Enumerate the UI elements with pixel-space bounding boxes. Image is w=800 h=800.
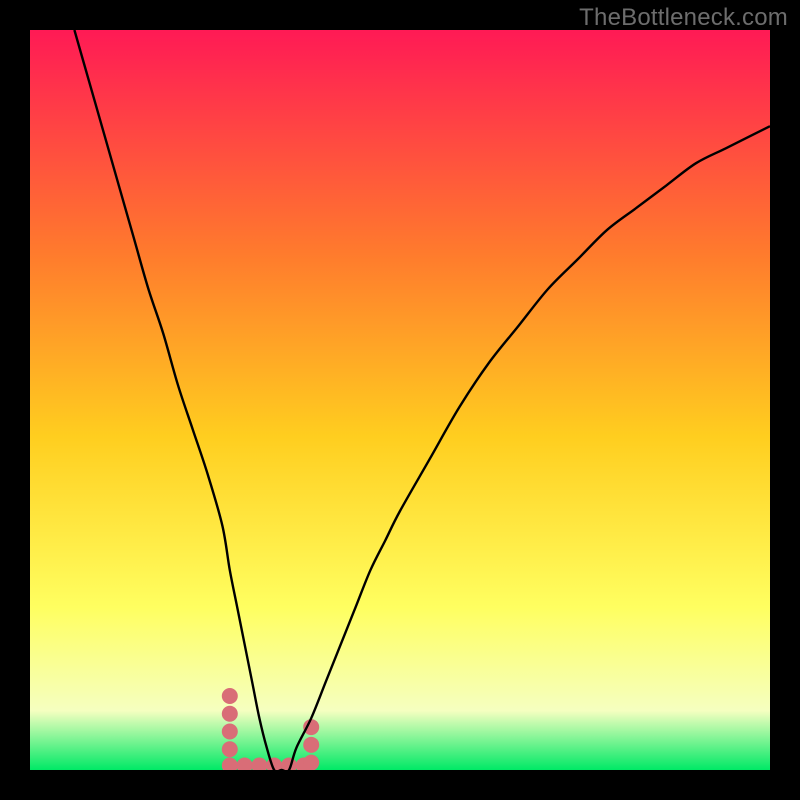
bottleneck-curve [74, 30, 770, 770]
watermark-text: TheBottleneck.com [579, 4, 788, 32]
plot-area [30, 30, 770, 770]
curve-layer [30, 30, 770, 770]
outer-frame: TheBottleneck.com [0, 0, 800, 800]
